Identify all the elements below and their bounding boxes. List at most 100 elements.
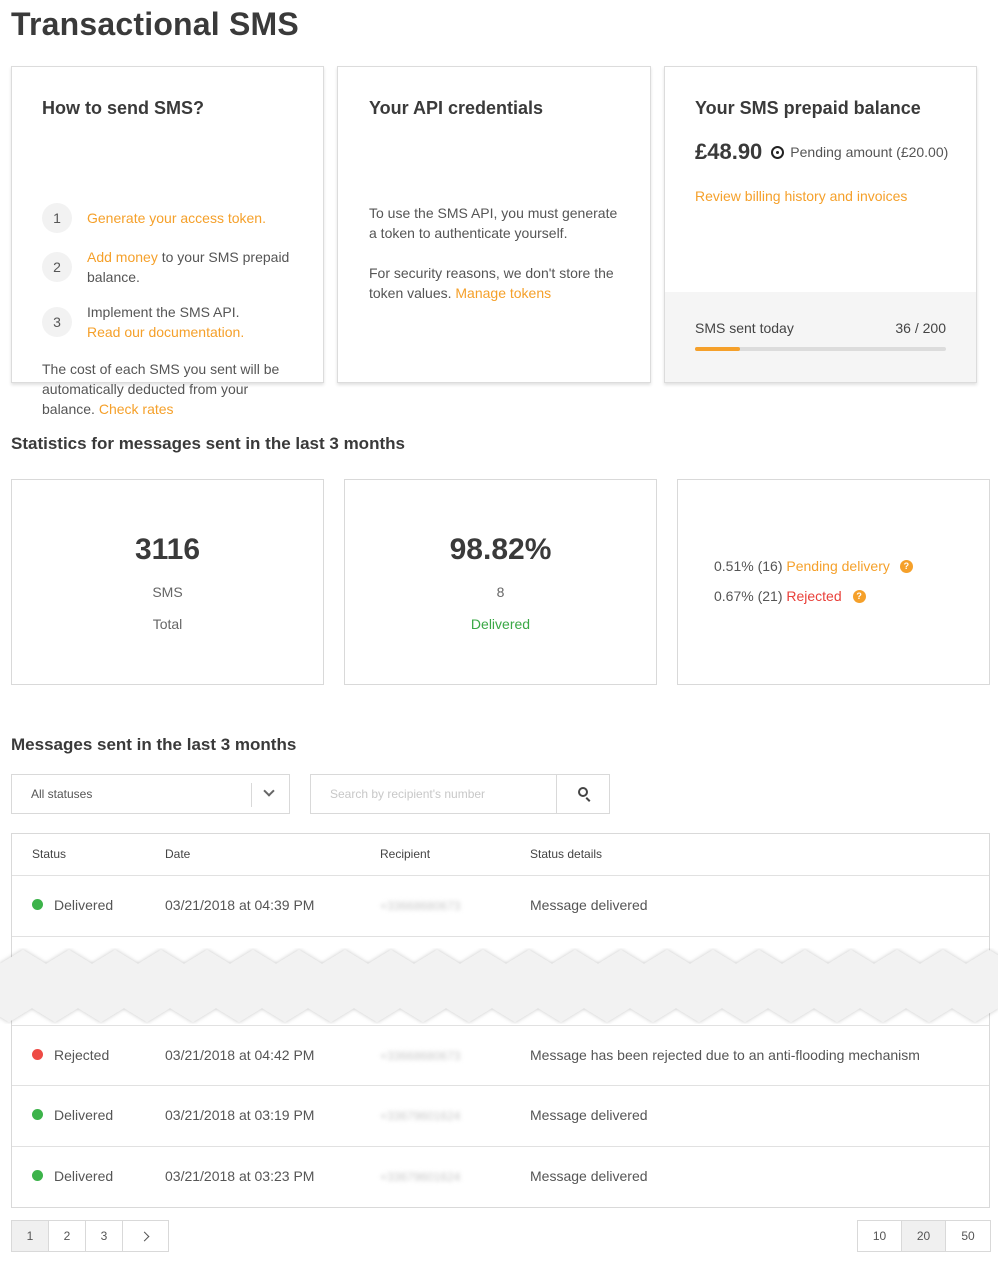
total-sms-unit: SMS bbox=[152, 584, 183, 600]
delivered-count: 8 bbox=[496, 584, 505, 600]
status-filter-select[interactable]: All statuses bbox=[11, 774, 290, 814]
total-sms-value: 3116 bbox=[134, 533, 201, 566]
row-details: Message delivered bbox=[530, 1107, 648, 1123]
header-recipient[interactable]: Recipient bbox=[380, 847, 430, 861]
table-row[interactable]: Delivered 03/21/2018 at 04:39 PM +336686… bbox=[12, 876, 989, 937]
row-details: Message has been rejected due to an anti… bbox=[530, 1047, 920, 1063]
clock-icon bbox=[771, 145, 785, 159]
status-filter-value: All statuses bbox=[31, 787, 93, 801]
step-text: Implement the SMS API. Read our document… bbox=[87, 302, 244, 342]
help-icon[interactable]: ? bbox=[852, 589, 866, 603]
pending-delivery-count: 0.51% (16) bbox=[714, 558, 787, 574]
step-3-text: Implement the SMS API. bbox=[87, 304, 240, 320]
read-documentation-link[interactable]: Read our documentation. bbox=[87, 322, 244, 342]
stat-other-card: 0.51% (16) Pending delivery ? 0.67% (21)… bbox=[677, 479, 990, 685]
page-size-10-button[interactable]: 10 bbox=[858, 1221, 902, 1251]
header-status[interactable]: Status bbox=[32, 847, 66, 861]
cost-note: The cost of each SMS you sent will be au… bbox=[42, 359, 302, 419]
page-1-button[interactable]: 1 bbox=[12, 1221, 49, 1251]
select-divider bbox=[251, 783, 252, 807]
status-dot bbox=[32, 1049, 43, 1060]
step-text: Generate your access token. bbox=[87, 208, 266, 228]
page-size-50-button[interactable]: 50 bbox=[946, 1221, 990, 1251]
page-3-button[interactable]: 3 bbox=[86, 1221, 123, 1251]
page-size-selector: 10 20 50 bbox=[857, 1220, 991, 1252]
how-to-send-card: How to send SMS? 1 Generate your access … bbox=[11, 66, 324, 417]
status-dot bbox=[32, 899, 43, 910]
row-status: Delivered bbox=[54, 1168, 114, 1184]
delivered-label: Delivered bbox=[470, 616, 531, 632]
row-date: 03/21/2018 at 04:42 PM bbox=[165, 1047, 315, 1063]
rejected-label: Rejected bbox=[786, 588, 842, 604]
header-status-details[interactable]: Status details bbox=[530, 847, 602, 861]
row-status: Rejected bbox=[54, 1047, 110, 1063]
step-text: Add money to your SMS prepaid balance. bbox=[87, 247, 302, 287]
page-title: Transactional SMS bbox=[11, 6, 299, 42]
sms-sent-today-panel: SMS sent today 36 / 200 bbox=[665, 292, 976, 382]
rejected-count: 0.67% (21) bbox=[714, 588, 787, 604]
pagination: 1 2 3 bbox=[11, 1220, 169, 1252]
delivered-rate-value: 98.82% bbox=[449, 533, 552, 566]
stat-total-card: 3116 SMS Total bbox=[11, 479, 324, 685]
table-header: Status Date Recipient Status details bbox=[12, 834, 989, 876]
help-icon[interactable]: ? bbox=[899, 559, 913, 573]
generate-token-link[interactable]: Generate your access token. bbox=[87, 210, 266, 226]
sms-sent-count: 36 / 200 bbox=[895, 320, 946, 336]
recipient-search-input[interactable] bbox=[311, 775, 557, 813]
table-row[interactable]: Delivered 03/21/2018 at 03:23 PM +336796… bbox=[12, 1147, 989, 1208]
status-dot bbox=[32, 1170, 43, 1181]
row-details: Message delivered bbox=[530, 1168, 648, 1184]
step-number: 1 bbox=[42, 203, 72, 233]
step-3: 3 Implement the SMS API. Read our docume… bbox=[42, 302, 302, 342]
add-money-link[interactable]: Add money bbox=[87, 249, 158, 265]
manage-tokens-link[interactable]: Manage tokens bbox=[455, 285, 551, 301]
search-button[interactable] bbox=[558, 775, 610, 813]
pending-amount: Pending amount (£20.00) bbox=[790, 144, 949, 160]
header-date[interactable]: Date bbox=[165, 847, 190, 861]
api-credentials-card: Your API credentials To use the SMS API,… bbox=[337, 66, 651, 383]
messages-section-title: Messages sent in the last 3 months bbox=[11, 735, 297, 754]
api-title: Your API credentials bbox=[369, 98, 544, 118]
pending-delivery-label: Pending delivery bbox=[786, 558, 890, 574]
how-to-title: How to send SMS? bbox=[42, 98, 204, 118]
api-paragraph-1: To use the SMS API, you must generate a … bbox=[369, 205, 618, 241]
page-size-20-button[interactable]: 20 bbox=[902, 1221, 946, 1251]
table-row[interactable]: Delivered 03/21/2018 at 03:19 PM +336796… bbox=[12, 1086, 989, 1147]
sms-sent-progress bbox=[695, 347, 946, 351]
balance-title: Your SMS prepaid balance bbox=[695, 98, 921, 118]
total-label: Total bbox=[152, 616, 183, 632]
stats-section-title: Statistics for messages sent in the last… bbox=[11, 434, 405, 453]
chevron-down-icon[interactable] bbox=[263, 785, 275, 797]
row-date: 03/21/2018 at 03:19 PM bbox=[165, 1107, 315, 1123]
row-recipient: +33679601624 bbox=[380, 1170, 461, 1184]
step-number: 2 bbox=[42, 252, 72, 282]
row-status: Delivered bbox=[54, 897, 114, 913]
row-recipient: +33668680673 bbox=[380, 1049, 461, 1063]
row-date: 03/21/2018 at 04:39 PM bbox=[165, 897, 315, 913]
table-row[interactable]: Rejected 03/21/2018 at 04:42 PM +3366868… bbox=[12, 1025, 989, 1086]
chevron-right-icon bbox=[139, 1231, 149, 1241]
rejected-stat: 0.67% (21) Rejected ? bbox=[714, 588, 866, 604]
recipient-search bbox=[310, 774, 610, 814]
pending-delivery-stat: 0.51% (16) Pending delivery ? bbox=[714, 558, 913, 574]
step-2: 2 Add money to your SMS prepaid balance. bbox=[42, 247, 302, 287]
sms-sent-progress-fill bbox=[695, 347, 741, 351]
stat-delivered-card: 98.82% 8 Delivered bbox=[344, 479, 657, 685]
step-number: 3 bbox=[42, 307, 72, 337]
status-dot bbox=[32, 1109, 43, 1120]
check-rates-link[interactable]: Check rates bbox=[99, 401, 174, 417]
page-2-button[interactable]: 2 bbox=[49, 1221, 86, 1251]
balance-amount: £48.90 bbox=[695, 139, 763, 164]
row-details: Message delivered bbox=[530, 897, 648, 913]
row-recipient: +33668680673 bbox=[380, 899, 461, 913]
next-page-button[interactable] bbox=[123, 1221, 168, 1251]
api-paragraph-2: For security reasons, we don't store the… bbox=[369, 263, 624, 303]
billing-history-link[interactable]: Review billing history and invoices bbox=[695, 188, 907, 204]
balance-row: £48.90 Pending amount (£20.00) bbox=[695, 139, 948, 165]
row-date: 03/21/2018 at 03:23 PM bbox=[165, 1168, 315, 1184]
search-icon bbox=[578, 787, 588, 797]
step-1: 1 Generate your access token. bbox=[42, 203, 302, 233]
sms-sent-label: SMS sent today bbox=[695, 320, 794, 336]
prepaid-balance-card: Your SMS prepaid balance £48.90 Pending … bbox=[664, 66, 977, 383]
row-recipient: +33679601624 bbox=[380, 1109, 461, 1123]
